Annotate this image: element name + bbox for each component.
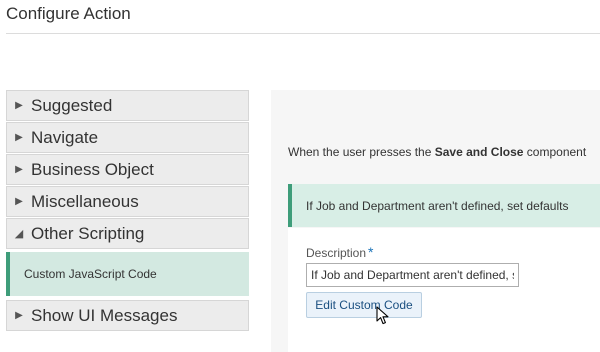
triangle-right-icon: ▶ bbox=[15, 164, 23, 175]
description-input[interactable] bbox=[306, 263, 519, 287]
accordion-label: Miscellaneous bbox=[31, 191, 139, 211]
edit-custom-code-button[interactable]: Edit Custom Code bbox=[306, 292, 422, 318]
triangle-right-icon: ▶ bbox=[15, 100, 23, 111]
page-title: Configure Action bbox=[6, 4, 131, 23]
title-divider bbox=[6, 33, 600, 34]
trigger-description: When the user presses the Save and Close… bbox=[288, 145, 586, 159]
required-marker: * bbox=[368, 244, 374, 260]
accordion-label: Other Scripting bbox=[31, 223, 145, 243]
trigger-text-pre: When the user presses the bbox=[288, 145, 435, 159]
accordion-business-object[interactable]: ▶ Business Object bbox=[6, 154, 249, 185]
action-step-card[interactable]: If Job and Department aren't defined, se… bbox=[288, 184, 600, 227]
description-label-text: Description bbox=[306, 246, 367, 260]
pointer-cursor-icon bbox=[376, 306, 389, 325]
accordion-label: Show UI Messages bbox=[31, 305, 178, 325]
accordion-suggested[interactable]: ▶ Suggested bbox=[6, 90, 249, 121]
action-category-sidebar: ▶ Suggested ▶ Navigate ▶ Business Object… bbox=[6, 90, 249, 332]
sidebar-item-label: Custom JavaScript Code bbox=[24, 267, 157, 281]
triangle-right-icon: ▶ bbox=[15, 132, 23, 143]
action-step-title: If Job and Department aren't defined, se… bbox=[306, 198, 569, 213]
triangle-right-icon: ▶ bbox=[15, 310, 23, 321]
accordion-other-scripting[interactable]: ◢ Other Scripting bbox=[6, 218, 249, 249]
accordion-label: Suggested bbox=[31, 95, 113, 115]
trigger-component-name: Save and Close bbox=[434, 145, 524, 159]
triangle-down-icon: ◢ bbox=[14, 227, 24, 240]
trigger-text-post: component bbox=[523, 145, 587, 159]
accordion-navigate[interactable]: ▶ Navigate bbox=[6, 122, 249, 153]
sidebar-item-custom-javascript-code[interactable]: Custom JavaScript Code bbox=[6, 252, 249, 296]
description-label: Description * bbox=[306, 244, 373, 260]
triangle-right-icon: ▶ bbox=[15, 196, 23, 207]
accordion-show-ui-messages[interactable]: ▶ Show UI Messages bbox=[6, 300, 249, 331]
accordion-label: Business Object bbox=[31, 159, 154, 179]
accordion-label: Navigate bbox=[31, 127, 99, 147]
accordion-miscellaneous[interactable]: ▶ Miscellaneous bbox=[6, 186, 249, 217]
